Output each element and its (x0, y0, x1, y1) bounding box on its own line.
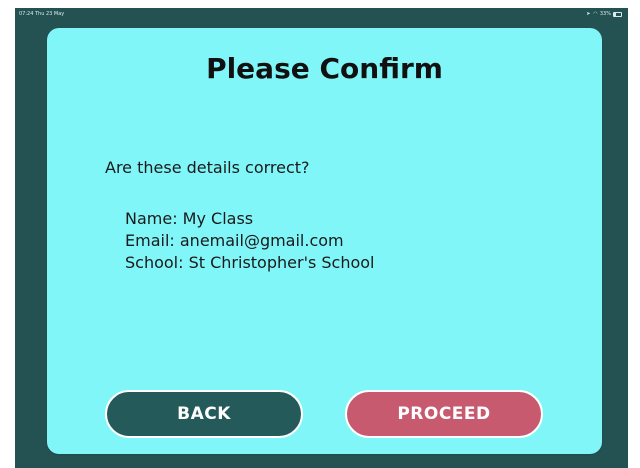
status-bar: 07:24 Thu 23 May ➤ ◠ 33% (15, 8, 628, 20)
dialog-title: Please Confirm (206, 52, 443, 85)
wifi-icon: ◠ (593, 10, 598, 17)
status-indicators: ➤ ◠ 33% (586, 8, 622, 20)
detail-email: Email: anemail@gmail.com (125, 231, 344, 250)
detail-school: School: St Christopher's School (125, 253, 375, 272)
battery-percentage: 33% (599, 11, 611, 17)
confirmation-question: Are these details correct? (105, 158, 310, 177)
device-screen: 07:24 Thu 23 May ➤ ◠ 33% Please Confirm … (15, 8, 628, 468)
status-time-date: 07:24 Thu 23 May (19, 11, 65, 17)
battery-icon (613, 11, 622, 17)
details-list: Name: My Class Email: anemail@gmail.com … (125, 208, 375, 274)
confirm-dialog: Please Confirm Are these details correct… (47, 28, 602, 454)
proceed-button[interactable]: PROCEED (345, 390, 543, 438)
detail-name: Name: My Class (125, 209, 254, 228)
location-icon: ➤ (586, 10, 591, 17)
back-button[interactable]: BACK (105, 390, 303, 438)
